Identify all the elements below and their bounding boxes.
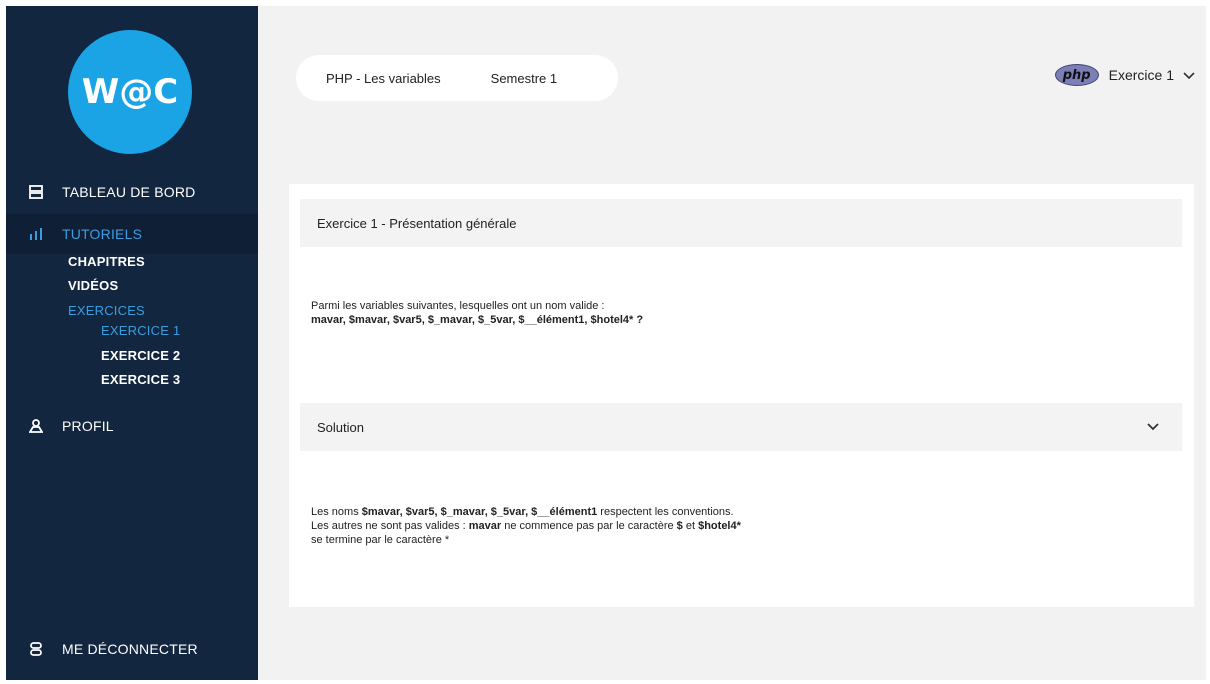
dashboard-icon [28, 184, 44, 200]
sidebar: W@C TABLEAU DE BORD TUTORIELS CHAPITRES … [6, 6, 258, 680]
nav-dashboard-label: TABLEAU DE BORD [62, 184, 196, 200]
app-frame: W@C TABLEAU DE BORD TUTORIELS CHAPITRES … [6, 6, 1206, 680]
solution-line-1: Les noms $mavar, $var5, $_mavar, $_5var,… [311, 506, 734, 518]
sidebar-item-exercise-2[interactable]: EXERCICE 2 [101, 348, 180, 363]
logo[interactable]: W@C [68, 30, 192, 154]
solution-line-3: se termine par le caractère * [311, 534, 450, 546]
nav-tutorials[interactable]: TUTORIELS [6, 214, 258, 254]
solution-title: Solution [317, 419, 364, 435]
bar-chart-icon [28, 226, 44, 242]
logo-text: W@C [81, 72, 179, 112]
nav-dashboard[interactable]: TABLEAU DE BORD [6, 172, 258, 212]
solution-line-2: Les autres ne sont pas valides : mavar n… [311, 520, 741, 532]
exercise-title: Exercice 1 - Présentation générale [300, 199, 1182, 247]
sidebar-item-videos[interactable]: VIDÉOS [68, 278, 118, 293]
nav-profile[interactable]: PROFIL [6, 406, 258, 446]
question-line-1: Parmi les variables suivantes, lesquelle… [311, 300, 605, 312]
user-icon [28, 418, 44, 434]
question-line-2: mavar, $mavar, $var5, $_mavar, $_5var, $… [311, 314, 644, 326]
breadcrumb: PHP - Les variables Semestre 1 [296, 55, 618, 101]
sidebar-item-exercise-1[interactable]: EXERCICE 1 [101, 323, 180, 338]
solution-toggle[interactable]: Solution [300, 403, 1182, 451]
sidebar-item-exercises[interactable]: EXERCICES [68, 303, 145, 318]
chevron-down-icon [1183, 72, 1195, 80]
question-text: Parmi les variables suivantes, lesquelle… [311, 299, 643, 327]
sidebar-item-chapters[interactable]: CHAPITRES [68, 254, 145, 269]
chevron-down-icon[interactable] [1146, 420, 1160, 434]
nav-logout[interactable]: ME DÉCONNECTER [6, 629, 258, 669]
exercise-selector-label: Exercice 1 [1108, 67, 1174, 83]
breadcrumb-course[interactable]: PHP - Les variables [326, 71, 441, 86]
nav-logout-label: ME DÉCONNECTER [62, 641, 198, 657]
php-logo-icon: php [1054, 64, 1099, 86]
solution-text: Les noms $mavar, $var5, $_mavar, $_5var,… [311, 505, 741, 547]
breadcrumb-semester[interactable]: Semestre 1 [491, 71, 557, 86]
exercise-selector[interactable]: php Exercice 1 [1054, 64, 1196, 86]
logout-icon [28, 641, 44, 657]
nav-tutorials-label: TUTORIELS [62, 226, 143, 242]
sidebar-item-exercise-3[interactable]: EXERCICE 3 [101, 372, 180, 387]
nav-profile-label: PROFIL [62, 418, 114, 434]
exercise-card: Exercice 1 - Présentation générale Parmi… [289, 184, 1194, 607]
